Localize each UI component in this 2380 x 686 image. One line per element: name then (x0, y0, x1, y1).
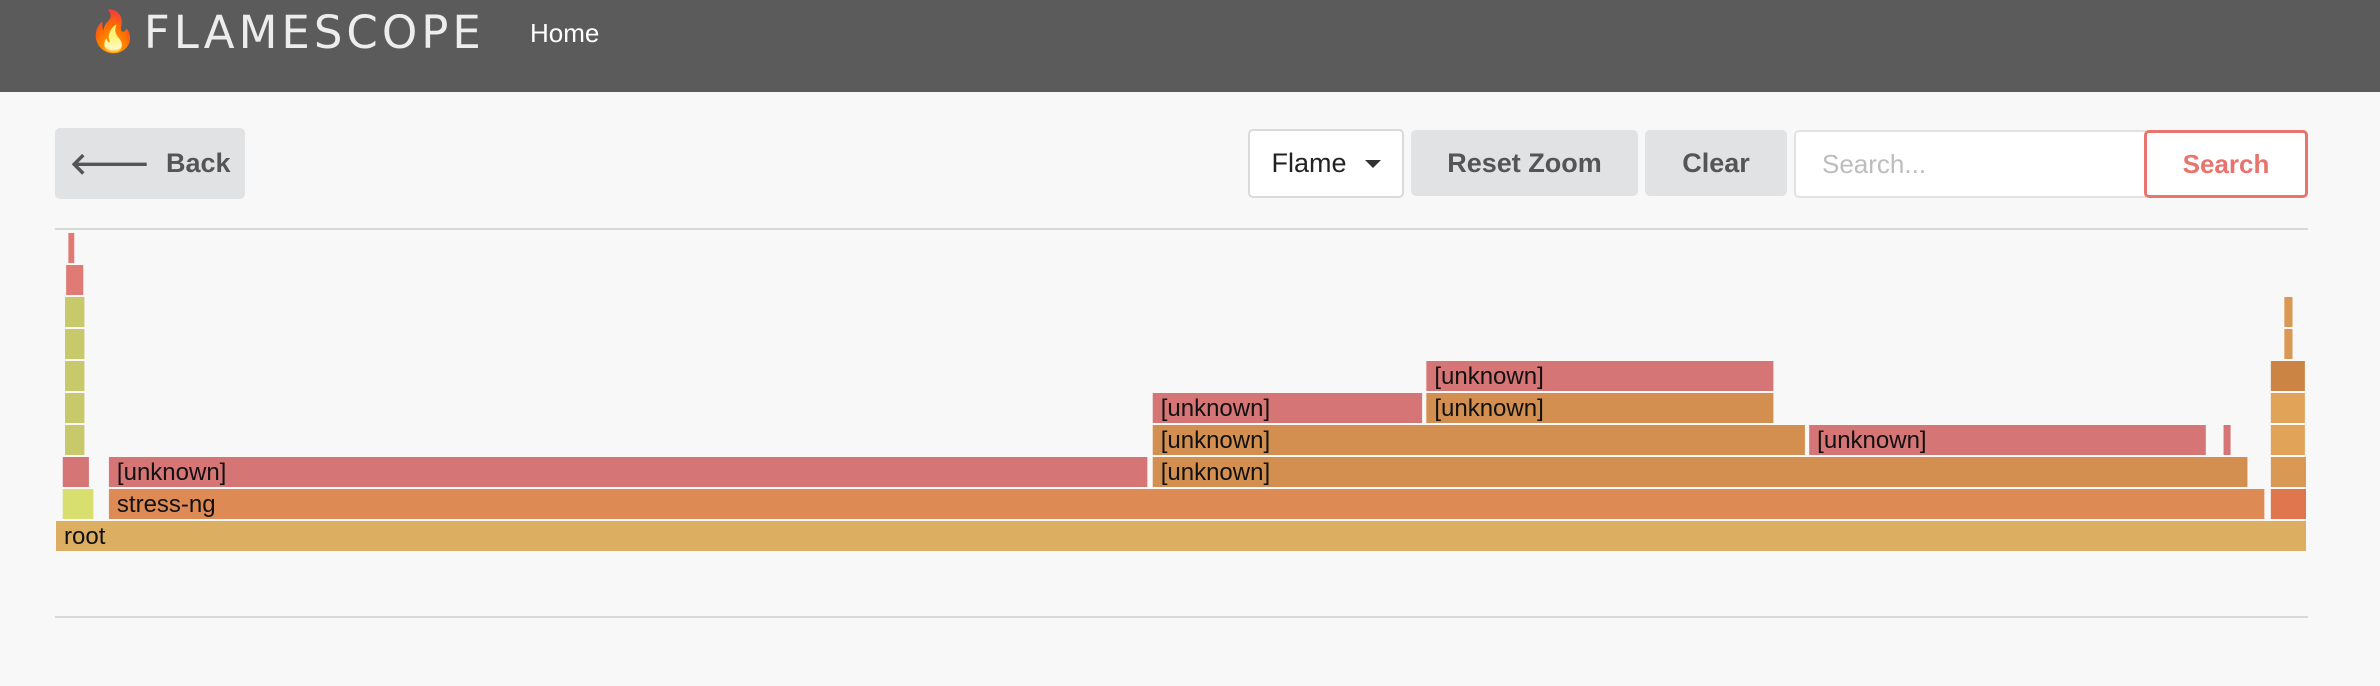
flame-frame-rect[interactable] (108, 457, 1148, 487)
flame-frame-rect[interactable] (2223, 425, 2231, 455)
flame-frame[interactable]: [unknown] (1152, 393, 1423, 423)
flame-frame[interactable] (65, 329, 85, 359)
flame-frame[interactable] (65, 393, 85, 423)
flame-frame-label: [unknown] (1161, 427, 1270, 454)
flame-frame-rect[interactable] (2270, 361, 2305, 391)
flame-frame[interactable] (65, 361, 85, 391)
flame-frame-rect[interactable] (68, 233, 75, 263)
flame-frame-rect[interactable] (2270, 489, 2306, 519)
flame-frame-label: [unknown] (117, 459, 226, 486)
flame-frame-label: [unknown] (1161, 459, 1270, 486)
flame-frame[interactable]: [unknown] (1152, 457, 2248, 487)
flame-frame-rect[interactable] (65, 329, 85, 359)
flame-frame-rect[interactable] (62, 457, 89, 487)
flame-frame-rect[interactable] (56, 521, 2306, 551)
flame-frame[interactable] (68, 233, 75, 263)
divider-bottom (55, 616, 2308, 618)
flame-frame-rect[interactable] (66, 265, 84, 295)
flame-frame-rect[interactable] (1152, 457, 2248, 487)
flame-frame[interactable] (2270, 361, 2305, 391)
flame-frame-rect[interactable] (2284, 329, 2293, 359)
flame-frame-label: [unknown] (1161, 395, 1270, 422)
flame-frame-label: root (64, 523, 106, 550)
flame-frame[interactable] (2284, 329, 2293, 359)
flame-frame[interactable] (2270, 457, 2306, 487)
flame-frame[interactable]: [unknown] (108, 457, 1148, 487)
flame-frame-rect[interactable] (65, 425, 85, 455)
flame-frame-rect[interactable] (62, 489, 94, 519)
flame-frame[interactable] (2284, 297, 2293, 327)
flame-frame[interactable] (65, 425, 85, 455)
flame-frame-rect[interactable] (2270, 457, 2306, 487)
flame-frame[interactable]: [unknown] (1152, 425, 1805, 455)
flame-frame-rect[interactable] (2270, 393, 2305, 423)
flame-frame[interactable] (62, 457, 89, 487)
flame-frame[interactable] (2270, 393, 2305, 423)
flame-frame[interactable]: [unknown] (1426, 393, 1774, 423)
flame-graph: root stress-ng [unknown] [unknown] [unknown]… (56, 233, 2306, 551)
flame-frame[interactable] (2270, 489, 2306, 519)
flame-frame-rect[interactable] (65, 361, 85, 391)
flame-frame[interactable]: root (56, 521, 2306, 551)
flame-frame-rect[interactable] (2270, 425, 2305, 455)
flame-frame-rect[interactable] (65, 393, 85, 423)
flame-frame[interactable] (66, 265, 84, 295)
flame-frame[interactable]: [unknown] (1426, 361, 1774, 391)
flame-frame[interactable] (65, 297, 85, 327)
flame-frame[interactable]: stress-ng (108, 489, 2265, 519)
flame-frame-rect[interactable] (108, 489, 2265, 519)
flame-frame-label: [unknown] (1434, 363, 1543, 390)
flame-frame-rect[interactable] (2284, 297, 2293, 327)
flame-frame[interactable] (2270, 425, 2305, 455)
flame-frame[interactable] (62, 489, 94, 519)
flame-frame-label: [unknown] (1434, 395, 1543, 422)
flame-frame-label: stress-ng (117, 491, 216, 518)
flame-frame-label: [unknown] (1817, 427, 1926, 454)
flame-frame[interactable]: [unknown] (1809, 425, 2206, 455)
flame-frame-rect[interactable] (65, 297, 85, 327)
flame-frame[interactable] (2223, 425, 2231, 455)
